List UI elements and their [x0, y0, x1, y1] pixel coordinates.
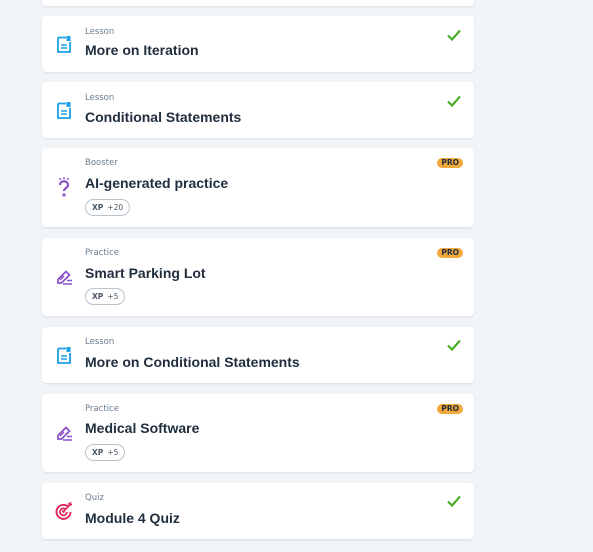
list-item-partial[interactable] [42, 0, 474, 6]
list-item-smart-parking-lot[interactable]: Practice Smart Parking Lot PRO XP +5 [42, 238, 474, 316]
xp-badge: XP +20 [85, 199, 131, 216]
practice-icon [55, 423, 73, 443]
list-item-ai-generated-practice[interactable]: Booster AI-generated practice PRO XP +20 [42, 148, 474, 227]
check-icon [447, 29, 461, 42]
xp-value: +5 [107, 292, 119, 301]
xp-value: +5 [107, 448, 119, 457]
check-icon [447, 339, 461, 352]
lesson-icon [55, 345, 73, 365]
list-item-medical-software[interactable]: Practice Medical Software PRO XP +5 [42, 394, 474, 472]
lesson-icon [55, 34, 73, 54]
item-kind: Practice [85, 248, 119, 258]
item-title: More on Conditional Statements [85, 354, 300, 370]
pro-badge: PRO [437, 404, 463, 414]
quiz-icon [55, 501, 73, 521]
item-kind: Lesson [85, 93, 115, 103]
list-item-more-on-conditional-statements[interactable]: Lesson More on Conditional Statements [42, 327, 474, 383]
item-kind: Lesson [85, 337, 115, 347]
xp-label: XP [92, 448, 104, 457]
item-kind: Booster [85, 158, 118, 168]
xp-badge: XP +5 [85, 444, 126, 461]
item-title: Module 4 Quiz [85, 510, 180, 526]
item-kind: Practice [85, 404, 119, 414]
list-item-module-4-quiz[interactable]: Quiz Module 4 Quiz [42, 483, 474, 539]
pro-badge: PRO [437, 158, 463, 168]
check-icon [447, 495, 461, 508]
item-title: Smart Parking Lot [85, 265, 206, 281]
list-item-more-on-iteration[interactable]: Lesson More on Iteration [42, 16, 474, 72]
check-icon [447, 95, 461, 108]
practice-icon [55, 267, 73, 287]
item-title: AI-generated practice [85, 175, 229, 191]
xp-label: XP [92, 292, 104, 301]
item-kind: Lesson [85, 27, 115, 37]
item-title: Medical Software [85, 420, 200, 436]
xp-label: XP [92, 203, 104, 212]
xp-badge: XP +5 [85, 288, 126, 305]
item-kind: Quiz [85, 493, 104, 503]
pro-badge: PRO [437, 248, 463, 258]
xp-value: +20 [107, 203, 124, 212]
module-item-list: Lesson More on Iteration Lesson Conditio… [0, 0, 593, 552]
item-title: Conditional Statements [85, 109, 242, 125]
lesson-icon [55, 100, 73, 120]
booster-icon [55, 177, 73, 197]
item-title: More on Iteration [85, 42, 199, 58]
list-item-conditional-statements[interactable]: Lesson Conditional Statements [42, 82, 474, 138]
